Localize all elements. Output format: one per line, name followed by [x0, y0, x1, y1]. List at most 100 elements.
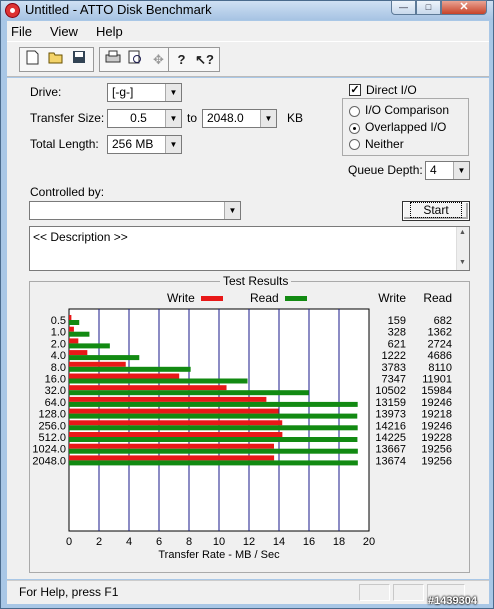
- total-length-select[interactable]: 256 MB ▼: [107, 135, 182, 154]
- write-bar: [69, 408, 279, 414]
- move-icon[interactable]: ✥: [148, 50, 169, 69]
- write-value: 13159: [375, 397, 406, 409]
- write-value: 10502: [375, 385, 406, 397]
- start-label: Start: [410, 202, 462, 218]
- read-value: 19246: [421, 420, 452, 432]
- read-value: 19218: [421, 409, 452, 421]
- status-text: For Help, press F1: [19, 585, 119, 599]
- write-value: 621: [388, 338, 406, 350]
- write-value: 1222: [382, 350, 406, 362]
- x-tick-label: 0: [66, 536, 72, 548]
- category-label: 256.0: [38, 420, 66, 432]
- drive-label: Drive:: [30, 85, 62, 99]
- read-bar: [69, 425, 358, 431]
- transfer-size-label: Transfer Size:: [30, 111, 105, 125]
- direct-io-checkbox[interactable]: ✓: [349, 84, 361, 96]
- read-bar: [69, 401, 358, 407]
- chevron-down-icon[interactable]: ▼: [224, 202, 240, 219]
- print-preview-icon[interactable]: [125, 50, 146, 69]
- minimize-button[interactable]: —: [391, 0, 416, 15]
- close-button[interactable]: ✕: [441, 0, 487, 15]
- help-icon[interactable]: ?: [171, 50, 192, 69]
- description-field[interactable]: << Description >> ▲ ▼: [29, 226, 470, 271]
- scroll-down-icon[interactable]: ▼: [459, 259, 466, 266]
- x-tick-label: 6: [156, 536, 162, 548]
- overlapped-io-radio[interactable]: [349, 123, 360, 134]
- write-bar: [69, 373, 180, 379]
- description-scrollbar[interactable]: ▲ ▼: [456, 227, 469, 270]
- controlled-by-label: Controlled by:: [30, 185, 105, 199]
- menu-help[interactable]: Help: [96, 24, 123, 39]
- read-value: 15984: [421, 385, 452, 397]
- write-value: 328: [388, 327, 406, 339]
- drive-value: [-g-]: [112, 85, 134, 99]
- open-folder-icon[interactable]: [45, 50, 66, 69]
- new-document-icon[interactable]: [22, 50, 43, 69]
- neither-radio[interactable]: [349, 139, 360, 150]
- transfer-rate-chart: 0 2 4 6 8 10 12 14 16 18 20 Transfer Rate - MB / Se…: [32, 308, 452, 561]
- read-value: 19256: [421, 455, 452, 467]
- image-id-watermark: #1439304: [428, 595, 477, 607]
- x-axis-label: Transfer Rate - MB / Sec: [158, 549, 280, 561]
- chevron-down-icon[interactable]: ▼: [260, 110, 276, 127]
- io-comparison-label: I/O Comparison: [365, 103, 450, 117]
- category-label: 2048.0: [32, 455, 66, 467]
- maximize-button[interactable]: □: [416, 0, 441, 15]
- drive-select[interactable]: [-g-] ▼: [107, 83, 182, 102]
- read-value: 682: [434, 315, 452, 327]
- write-bar: [69, 385, 227, 391]
- chevron-down-icon[interactable]: ▼: [165, 84, 181, 101]
- title-bar[interactable]: Untitled - ATTO Disk Benchmark — □ ✕: [1, 0, 493, 20]
- print-icon[interactable]: [102, 50, 123, 69]
- transfer-size-to-select[interactable]: 2048.0 ▼: [202, 109, 277, 128]
- toolbar-print-group: ✥: [99, 47, 174, 72]
- x-tick-label: 16: [303, 536, 315, 548]
- io-mode-group: I/O Comparison Overlapped I/O Neither: [342, 98, 469, 156]
- x-tick-label: 10: [213, 536, 225, 548]
- window-title: Untitled - ATTO Disk Benchmark: [25, 2, 212, 17]
- status-pane-2: [393, 584, 424, 601]
- menu-view[interactable]: View: [50, 24, 78, 39]
- write-bar: [69, 350, 88, 356]
- read-value: 19228: [421, 432, 452, 444]
- write-bar: [69, 315, 72, 320]
- chevron-down-icon[interactable]: ▼: [165, 110, 181, 127]
- transfer-size-from-select[interactable]: 0.5 ▼: [107, 109, 182, 128]
- write-value: 7347: [382, 374, 406, 386]
- category-label: 1024.0: [32, 444, 66, 456]
- total-length-label: Total Length:: [30, 137, 99, 151]
- total-length-value: 256 MB: [112, 137, 154, 151]
- main-panel: Drive: [-g-] ▼ Transfer Size: 0.5 ▼ to 2…: [7, 78, 489, 579]
- read-bar: [69, 437, 358, 442]
- save-icon[interactable]: [68, 50, 89, 69]
- chevron-down-icon[interactable]: ▼: [165, 136, 181, 153]
- write-value: 14216: [375, 420, 406, 432]
- read-bar: [69, 355, 140, 361]
- write-bar: [69, 443, 275, 449]
- context-help-icon[interactable]: ↖?: [194, 50, 215, 69]
- read-bar: [69, 460, 358, 466]
- read-bar: [69, 413, 358, 419]
- toolbar-file-group: [19, 47, 94, 72]
- queue-depth-select[interactable]: 4 ▼: [425, 161, 470, 180]
- controlled-by-select[interactable]: ▼: [29, 201, 241, 220]
- read-value: 2724: [428, 338, 452, 350]
- io-comparison-radio[interactable]: [349, 106, 360, 117]
- write-value: 14225: [375, 432, 406, 444]
- chevron-down-icon[interactable]: ▼: [453, 162, 469, 179]
- write-bar: [69, 455, 275, 461]
- transfer-size-from-value: 0.5: [130, 111, 147, 125]
- app-window: Untitled - ATTO Disk Benchmark — □ ✕ Fil…: [0, 0, 494, 609]
- read-value: 19256: [421, 444, 452, 456]
- read-bar: [69, 366, 191, 372]
- read-bar: [69, 320, 80, 325]
- write-bar: [69, 420, 283, 426]
- category-label: 8.0: [51, 362, 66, 374]
- menu-file[interactable]: File: [11, 24, 32, 39]
- start-button[interactable]: Start: [402, 201, 470, 221]
- write-bar: [69, 396, 267, 402]
- x-tick-label: 20: [363, 536, 375, 548]
- description-text: << Description >>: [33, 230, 128, 244]
- read-value: 8110: [428, 362, 452, 374]
- scroll-up-icon[interactable]: ▲: [459, 229, 466, 236]
